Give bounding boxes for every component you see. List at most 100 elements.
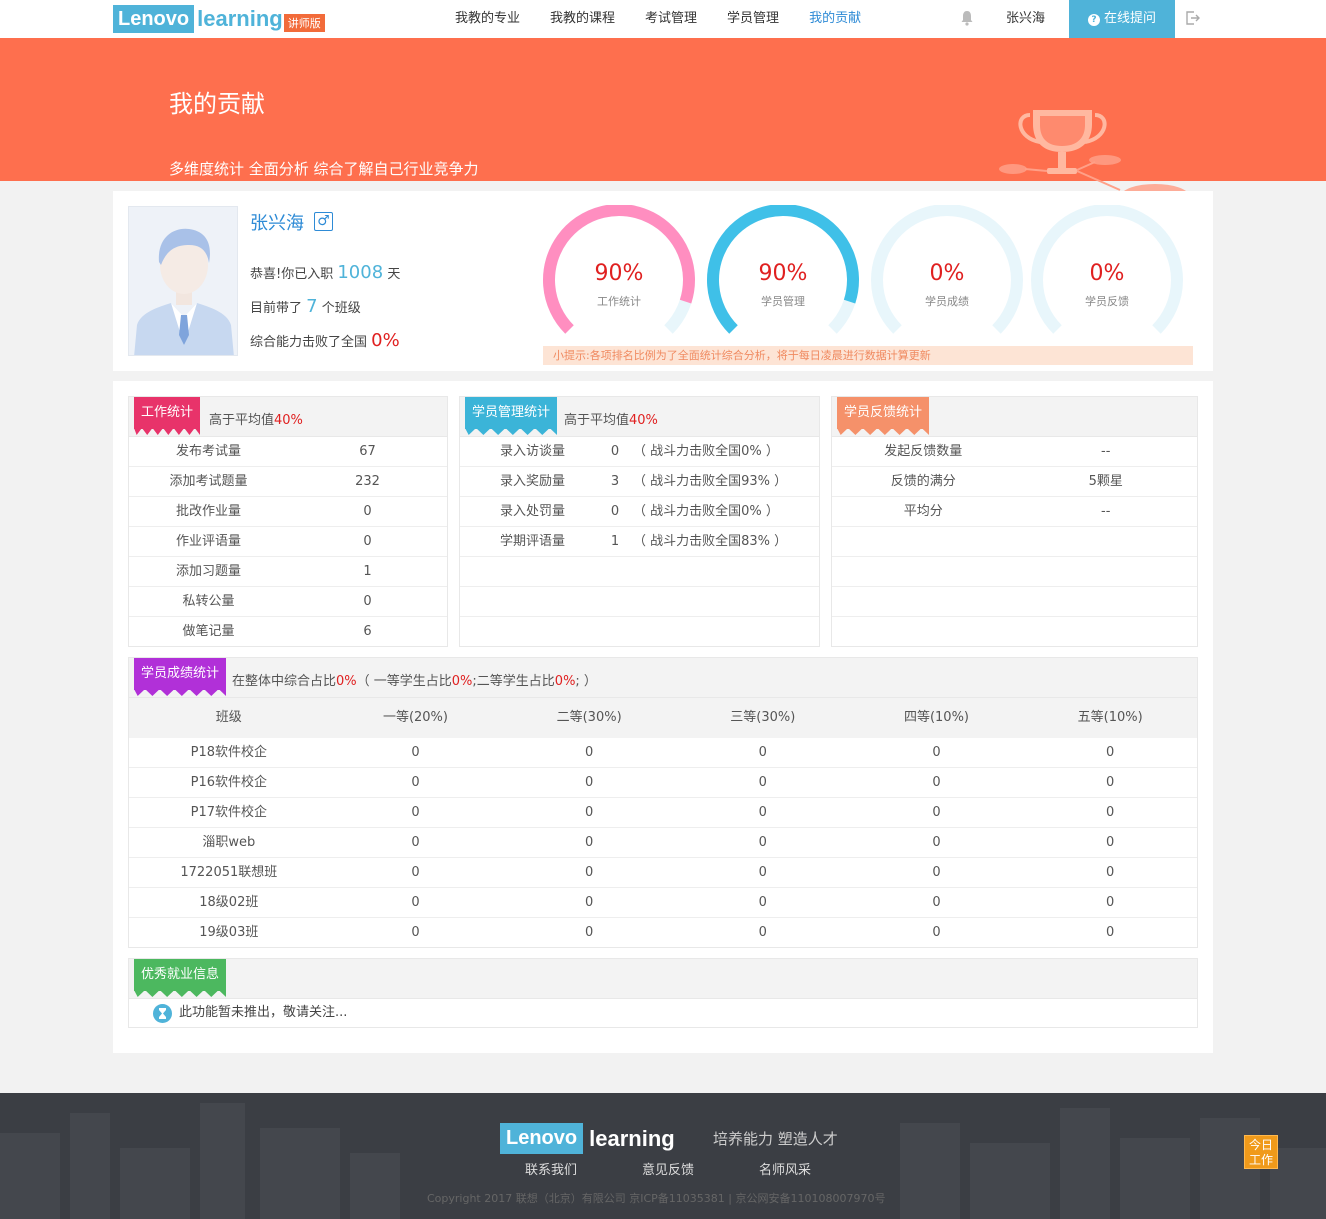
table-row: 学期评语量 1 （ 战斗力击败全国83% ）: [460, 527, 819, 557]
row-label: 录入处罚量: [499, 504, 565, 519]
grades-table-header: 班级 一等(20%) 二等(30%) 三等(30%) 四等(10%) 五等(10…: [129, 698, 1197, 738]
class-name-cell: P17软件校企: [190, 805, 267, 820]
gauge-label: 学员管理: [761, 295, 805, 308]
top-navbar: Lenovo learning 讲师版 我教的专业 我教的课程 考试管理 学员管…: [0, 0, 1326, 38]
beat-value: 0%: [371, 330, 400, 351]
grade-count-cell: 0: [584, 925, 594, 940]
row-value: 0: [363, 504, 372, 519]
table-row: [460, 617, 819, 647]
profile-card: 张兴海 ♂ 恭喜!你已入职 1008 天 目前带了 7 个班级 综合能力击败了全…: [113, 191, 1213, 371]
footer-link-contact[interactable]: 联系我们: [525, 1159, 577, 1178]
jobs-info-badge: 优秀就业信息: [134, 959, 227, 991]
gauge-student-feedback: 0% 学员反馈: [1027, 204, 1187, 345]
grade-count-cell: 0: [1106, 895, 1115, 910]
grade-count-cell: 0: [411, 925, 420, 940]
row-value: 0: [363, 534, 372, 549]
beat-line: 综合能力击败了全国 0%: [250, 330, 400, 351]
grade-count-cell: 0: [411, 775, 420, 790]
table-row: [460, 587, 819, 617]
student-management-above-average: 高于平均值40%: [564, 409, 658, 428]
logo-brand: Lenovo: [113, 5, 195, 33]
row-value: --: [1101, 444, 1111, 459]
table-row: [460, 557, 819, 587]
column-header: 五等(10%): [1077, 710, 1143, 725]
row-label: 添加考试题量: [169, 474, 248, 489]
grade-count-cell: 0: [1106, 865, 1115, 880]
footer-links: 联系我们 意见反馈 名师风采: [525, 1159, 876, 1178]
footer-link-teachers[interactable]: 名师风采: [759, 1159, 811, 1178]
gauge-label: 工作统计: [597, 295, 641, 308]
work-stats-panel: 工作统计 高于平均值40% 发布考试量 67 添加考试题量 232 批改作业量 0 作…: [128, 396, 448, 647]
column-header: 四等(10%): [903, 710, 969, 725]
nav-my-courses[interactable]: 我教的课程: [535, 0, 630, 38]
nav-my-contribution[interactable]: 我的贡献: [794, 0, 876, 38]
bell-icon[interactable]: [960, 10, 974, 26]
grade-count-cell: 0: [1106, 745, 1115, 760]
student-grades-badge: 学员成绩统计: [134, 658, 227, 690]
grade-count-cell: 0: [411, 745, 420, 760]
row-label: 添加习题量: [175, 564, 241, 579]
jobs-notice-text: 此功能暂未推出，敬请关注...: [179, 1005, 348, 1020]
jobs-notice: 此功能暂未推出，敬请关注...: [129, 999, 1197, 1027]
grade-count-cell: 0: [584, 895, 594, 910]
row-label: 发布考试量: [175, 444, 241, 459]
row-label: 作业评语量: [175, 534, 241, 549]
row-note: （ 战斗力击败全国0% ）: [633, 504, 779, 519]
footer-copyright: Copyright 2017 联想（北京）有限公司 京ICP备11035381 …: [427, 1192, 886, 1205]
gauge-group: 90% 工作统计 90% 学员管理 0% 学员成绩 0% 学员反馈: [539, 204, 1199, 345]
today-work-button[interactable]: 今日工作: [1244, 1135, 1278, 1169]
page-subtitle: 多维度统计 全面分析 综合了解自己行业竞争力: [169, 160, 479, 178]
nav-student-management[interactable]: 学员管理: [712, 0, 794, 38]
work-above-average: 高于平均值40%: [209, 409, 303, 428]
grade-count-cell: 0: [758, 805, 767, 820]
row-value: 5颗星: [1088, 474, 1123, 489]
row-value: 0: [363, 594, 372, 609]
row-note: （ 战斗力击败全国93% ）: [633, 474, 788, 489]
summary-value: 0%: [451, 674, 473, 689]
site-logo[interactable]: Lenovo learning 讲师版: [113, 5, 325, 33]
student-feedback-stats-panel: 学员反馈统计 发起反馈数量 -- 反馈的满分 5颗星 平均分 --: [831, 396, 1198, 647]
table-row: P16软件校企 0 0 0 0 0: [129, 768, 1197, 798]
row-value: 67: [359, 444, 376, 459]
column-header: 三等(30%): [730, 710, 796, 725]
ask-online-label: 在线提问: [1103, 11, 1156, 26]
table-row: 反馈的满分 5颗星: [832, 467, 1197, 497]
row-value: 1: [363, 564, 372, 579]
classes-line: 目前带了 7 个班级: [250, 296, 361, 317]
above-label: 高于平均值: [209, 413, 275, 428]
grade-count-cell: 0: [584, 745, 594, 760]
table-row: 添加考试题量 232: [129, 467, 447, 497]
footer-learning: learning: [589, 1125, 675, 1151]
table-row: 作业评语量 0: [129, 527, 447, 557]
nav-exam-management[interactable]: 考试管理: [630, 0, 712, 38]
ask-online-button[interactable]: ? 在线提问: [1069, 0, 1175, 38]
grade-count-cell: 0: [584, 835, 594, 850]
student-management-badge: 学员管理统计: [465, 397, 558, 429]
table-row: 私转公量 0: [129, 587, 447, 617]
class-name-cell: 18级02班: [199, 895, 259, 910]
class-name-cell: 19级03班: [199, 925, 259, 940]
footer-link-feedback[interactable]: 意见反馈: [642, 1159, 694, 1178]
stats-card: 工作统计 高于平均值40% 发布考试量 67 添加考试题量 232 批改作业量 0 作…: [113, 381, 1213, 1053]
grade-count-cell: 0: [932, 865, 941, 880]
gauge-value: 0%: [1089, 261, 1125, 286]
column-header: 一等(20%): [382, 710, 448, 725]
question-icon: ?: [1087, 14, 1100, 26]
table-row: 批改作业量 0: [129, 497, 447, 527]
jobs-info-panel: 优秀就业信息 此功能暂未推出，敬请关注...: [128, 958, 1198, 1028]
nav-my-majors[interactable]: 我教的专业: [440, 0, 535, 38]
row-label: 做笔记量: [182, 624, 235, 639]
summary-text: ;二等学生占比: [472, 674, 555, 689]
tenure-line: 恭喜!你已入职 1008 天: [250, 262, 400, 283]
table-row: 做笔记量 6: [129, 617, 447, 647]
gauge-student-grades: 0% 学员成绩: [867, 204, 1027, 345]
grade-count-cell: 0: [411, 895, 420, 910]
main-nav: 我教的专业 我教的课程 考试管理 学员管理 我的贡献: [440, 0, 876, 38]
avatar: [128, 206, 238, 356]
row-label: 私转公量: [182, 594, 235, 609]
table-row: 平均分 --: [832, 497, 1197, 527]
logout-icon[interactable]: [1186, 11, 1200, 25]
row-value: 6: [363, 624, 372, 639]
row-label: 学期评语量: [499, 534, 565, 549]
user-name[interactable]: 张兴海: [1006, 0, 1045, 38]
